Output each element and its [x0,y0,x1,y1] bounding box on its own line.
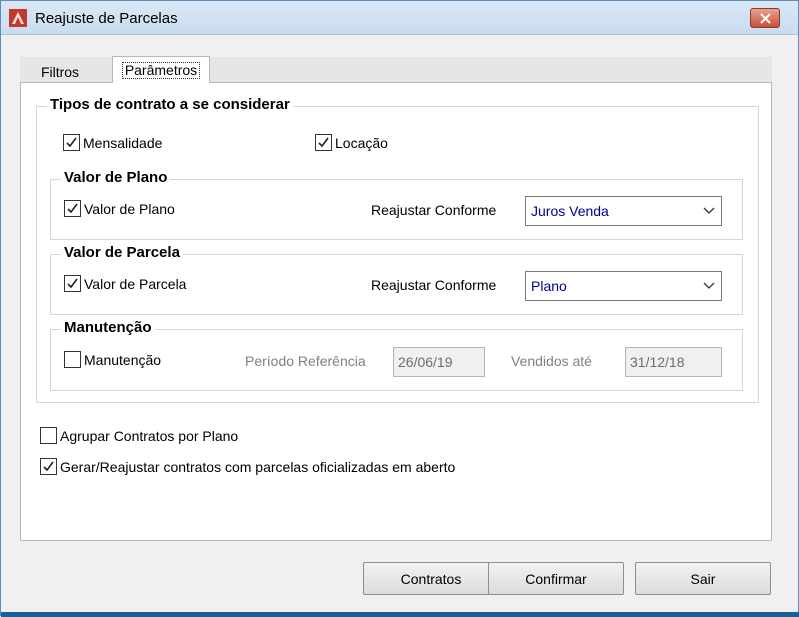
tab-parametros-label: Parâmetros [121,61,201,79]
tab-filtros-label: Filtros [40,64,80,80]
close-button[interactable] [750,8,780,28]
tab-parametros[interactable]: Parâmetros [112,56,210,83]
checkbox-box [40,427,57,444]
manutencao-title: Manutenção [61,319,155,336]
gerar-reajustar-label: Gerar/Reajustar contratos com parcelas o… [60,458,456,475]
agrupar-contratos-checkbox[interactable]: Agrupar Contratos por Plano [40,427,238,444]
chevron-down-icon [703,282,715,289]
checkbox-box [64,351,81,368]
confirmar-button[interactable]: Confirmar [488,562,624,595]
checkbox-box [63,134,80,151]
bottom-border [1,612,799,617]
reajustar-conforme-label: Reajustar Conforme [371,277,497,293]
mensalidade-label: Mensalidade [83,134,163,151]
tipos-contrato-title: Tipos de contrato a se considerar [47,96,293,113]
valor-parcela-group: Valor de Parcela Valor de Parcela Reajus… [50,244,743,315]
checkmark-icon [67,278,78,289]
locacao-label: Locação [335,134,388,151]
reajustar-conforme-label: Reajustar Conforme [371,202,497,218]
contratos-button-label: Contratos [400,570,462,587]
periodo-referencia-value: 26/06/19 [398,354,453,370]
checkmark-icon [66,137,77,148]
dialog-window: Reajuste de Parcelas Filtros Parâmetros … [0,0,799,617]
parametros-panel: Tipos de contrato a se considerar Mensal… [20,82,772,541]
checkbox-box [315,134,332,151]
sair-button[interactable]: Sair [635,562,771,595]
mensalidade-checkbox[interactable]: Mensalidade [63,134,162,151]
confirmar-button-label: Confirmar [525,570,587,587]
periodo-referencia-label: Período Referência [245,353,366,369]
agrupar-contratos-label: Agrupar Contratos por Plano [60,427,239,444]
chevron-down-icon [703,207,715,214]
reajustar-parcela-select[interactable]: Plano [525,271,722,301]
checkbox-box [40,458,57,475]
checkmark-icon [43,461,54,472]
tab-filtros[interactable]: Filtros [20,61,100,83]
select-value: Plano [531,278,567,294]
tipos-contrato-group: Tipos de contrato a se considerar Mensal… [36,96,759,403]
checkmark-icon [318,137,329,148]
valor-parcela-label: Valor de Parcela [84,275,187,292]
valor-plano-title: Valor de Plano [61,169,171,186]
gerar-reajustar-checkbox[interactable]: Gerar/Reajustar contratos com parcelas o… [40,458,455,475]
vendidos-ate-label: Vendidos até [511,353,592,369]
valor-plano-group: Valor de Plano Valor de Plano Reajustar … [50,169,743,240]
vendidos-ate-value: 31/12/18 [630,354,685,370]
manutencao-label: Manutenção [84,351,162,368]
sair-button-label: Sair [690,570,716,587]
app-red-logo-icon [9,9,27,27]
close-icon [759,12,771,24]
periodo-referencia-field: 26/06/19 [393,347,485,377]
title-bar[interactable]: Reajuste de Parcelas [1,1,798,35]
locacao-checkbox[interactable]: Locação [315,134,388,151]
contratos-button[interactable]: Contratos [363,562,499,595]
checkbox-box [64,275,81,292]
select-value: Juros Venda [531,203,609,219]
manutencao-group: Manutenção Manutenção Período Referência… [50,319,743,391]
vendidos-ate-field: 31/12/18 [625,347,722,377]
window-title: Reajuste de Parcelas [35,10,178,27]
valor-plano-checkbox[interactable]: Valor de Plano [64,200,175,217]
valor-parcela-title: Valor de Parcela [61,244,183,261]
reajustar-plano-select[interactable]: Juros Venda [525,196,722,226]
valor-plano-label: Valor de Plano [84,200,175,217]
checkbox-box [64,200,81,217]
checkmark-icon [67,203,78,214]
manutencao-checkbox[interactable]: Manutenção [64,351,161,368]
valor-parcela-checkbox[interactable]: Valor de Parcela [64,275,186,292]
